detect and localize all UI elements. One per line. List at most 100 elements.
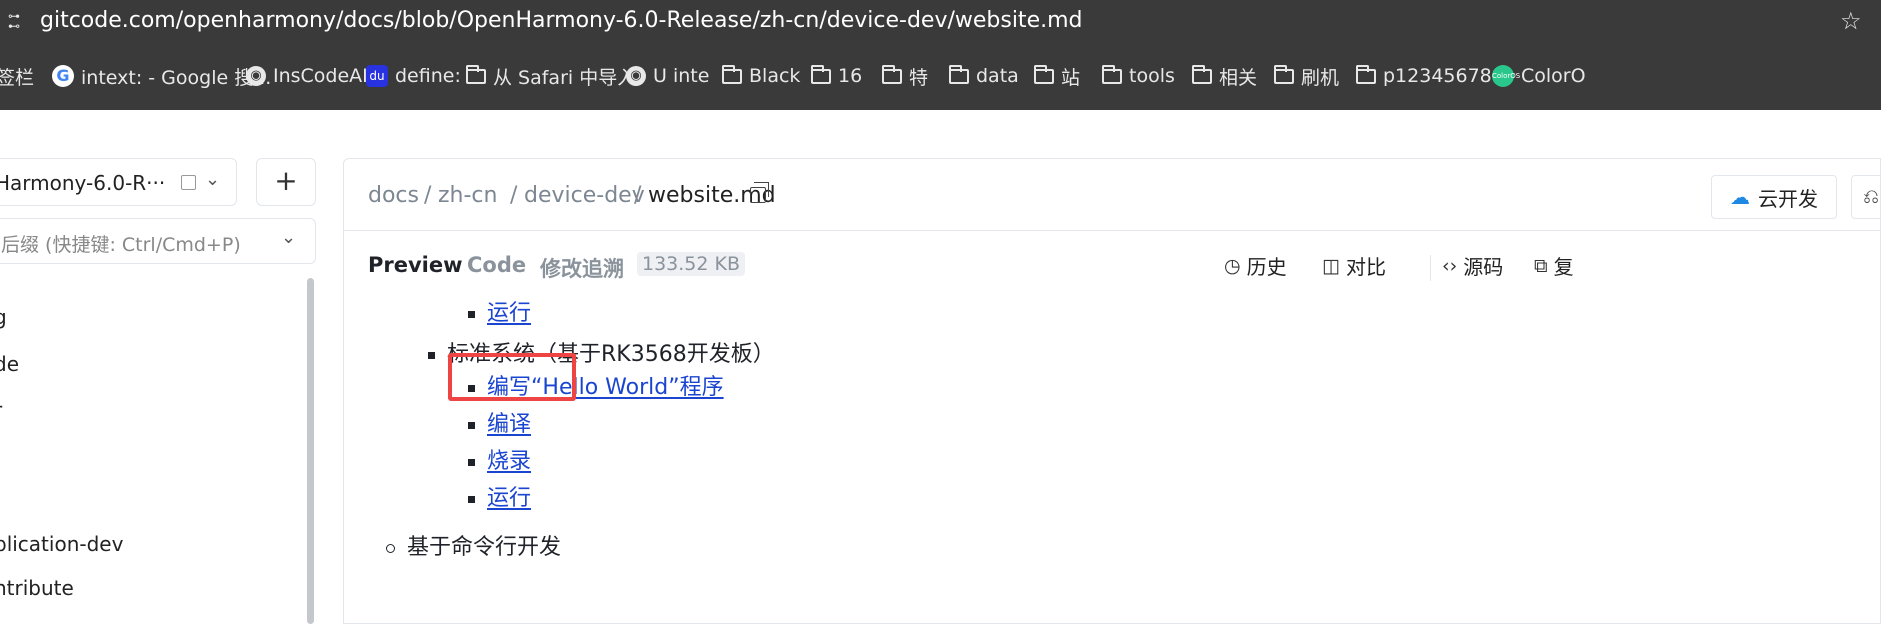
copy-label: 复 bbox=[1553, 255, 1574, 279]
add-button[interactable]: + bbox=[256, 158, 316, 206]
coloros-icon: ColorOS bbox=[1492, 65, 1520, 87]
copy-icon[interactable] bbox=[181, 175, 196, 190]
tab-blame[interactable]: 修改追溯 bbox=[540, 253, 624, 283]
bookmark-label: Black bbox=[749, 65, 801, 87]
bookmark-label: data bbox=[976, 65, 1019, 87]
bookmark-black[interactable]: Black bbox=[722, 63, 800, 89]
bookmark-label: tools bbox=[1129, 65, 1175, 87]
tree-item[interactable]: de bbox=[0, 352, 19, 376]
bookmark-label: 签栏 bbox=[0, 66, 35, 89]
bookmark-label: 16 bbox=[838, 65, 863, 87]
breadcrumb-device-dev[interactable]: device-dev bbox=[524, 183, 645, 208]
link-run[interactable]: 运行 bbox=[487, 295, 531, 327]
more-icon: ⎌ bbox=[1863, 184, 1879, 208]
bookmark-label: 相关 bbox=[1219, 66, 1258, 89]
breadcrumb-docs[interactable]: docs bbox=[368, 183, 419, 208]
bookmark-zhan[interactable]: 站 bbox=[1034, 63, 1080, 89]
copy-icon: ⧉ bbox=[1534, 254, 1548, 277]
list-bullet bbox=[468, 459, 475, 466]
folder-icon bbox=[466, 64, 486, 84]
split-view-icon: ◫ bbox=[1322, 254, 1340, 277]
bookmark-tools[interactable]: tools bbox=[1102, 63, 1175, 89]
tree-item[interactable]: g bbox=[0, 305, 7, 329]
bookmark-p123456789[interactable]: p123456789 bbox=[1356, 63, 1504, 89]
folder-icon bbox=[1034, 64, 1054, 84]
address-bar[interactable]: ⊶ ⊷ gitcode.com/openharmony/docs/blob/Ope… bbox=[0, 0, 1881, 44]
cloud-dev-button[interactable]: ☁ 云开发 bbox=[1711, 175, 1837, 219]
bookmark-safari-import[interactable]: 从 Safari 中导入 bbox=[466, 63, 636, 89]
tab-code[interactable]: Code bbox=[467, 253, 526, 277]
history-button[interactable]: ◷ 历史 bbox=[1224, 251, 1287, 280]
bookmark-xiangguan[interactable]: 相关 bbox=[1192, 63, 1257, 89]
view-tabs: Preview Code 修改追溯 133.52 KB ◷ 历史 ◫ 对比 ‹›… bbox=[344, 231, 1881, 295]
copy-icon[interactable] bbox=[750, 182, 769, 203]
bookmark-label: 从 Safari 中导入 bbox=[493, 66, 637, 89]
breadcrumb-separator: / bbox=[424, 183, 432, 208]
branch-select[interactable]: Harmony-6.0-R··· ⌄ bbox=[0, 158, 237, 206]
more-actions-button[interactable]: ⎌ bbox=[1851, 175, 1881, 219]
bookmark-star-icon[interactable]: ☆ bbox=[1840, 7, 1862, 35]
source-label: 源码 bbox=[1463, 255, 1504, 279]
bookmark-define[interactable]: du define: bbox=[366, 63, 461, 89]
compare-button[interactable]: ◫ 对比 bbox=[1322, 251, 1386, 280]
file-search-placeholder: 后缀 (快捷键: Ctrl/Cmd+P) bbox=[1, 234, 241, 256]
link-burn[interactable]: 烧录 bbox=[487, 443, 531, 475]
site-info-icon[interactable]: ⊶ ⊷ bbox=[8, 10, 22, 32]
branch-label: Harmony-6.0-R··· bbox=[0, 171, 166, 195]
breadcrumb-separator: / bbox=[634, 183, 642, 208]
highlight-annotation-box bbox=[448, 353, 576, 401]
chevron-down-icon[interactable]: ⌄ bbox=[281, 227, 296, 248]
bookmark-label: intext: - Google 搜... bbox=[81, 66, 272, 89]
bookmark-coloros[interactable]: ColorOS ColorO bbox=[1492, 63, 1586, 89]
bookmark-label: 刷机 bbox=[1301, 66, 1340, 89]
list-bullet bbox=[468, 496, 475, 503]
sidebar-scrollbar[interactable] bbox=[307, 278, 314, 624]
folder-icon bbox=[1356, 64, 1376, 84]
bookmarks-bar: 签栏 Gintext: - Google 搜... ◉ InsCodeAI du d… bbox=[0, 44, 1881, 110]
copy-button[interactable]: ⧉ 复 bbox=[1534, 251, 1574, 280]
bookmark-label: InsCodeAI bbox=[273, 65, 368, 87]
bookmark-inscodeai[interactable]: ◉ InsCodeAI bbox=[246, 63, 368, 89]
bookmark-data[interactable]: data bbox=[949, 63, 1019, 89]
link-compile[interactable]: 编译 bbox=[487, 406, 531, 438]
link-run[interactable]: 运行 bbox=[487, 480, 531, 512]
list-bullet bbox=[468, 422, 475, 429]
bookmark-shuaji[interactable]: 刷机 bbox=[1274, 63, 1339, 89]
bookmark-te[interactable]: 特 bbox=[882, 63, 928, 89]
bookmark-16[interactable]: 16 bbox=[811, 63, 862, 89]
folder-icon bbox=[722, 64, 742, 84]
bookmark-label: 特 bbox=[909, 66, 929, 89]
folder-icon bbox=[949, 64, 969, 84]
folder-icon bbox=[811, 64, 831, 84]
folder-icon bbox=[882, 64, 902, 84]
breadcrumb-zh-cn[interactable]: zh-cn bbox=[438, 183, 497, 208]
list-bullet-circle bbox=[386, 544, 395, 553]
breadcrumb-separator: / bbox=[510, 183, 518, 208]
url-text[interactable]: gitcode.com/openharmony/docs/blob/OpenHa… bbox=[40, 8, 1083, 33]
tab-preview[interactable]: Preview bbox=[368, 253, 463, 277]
bookmark-u-inte[interactable]: ◉ U inte bbox=[626, 63, 709, 89]
compare-label: 对比 bbox=[1345, 255, 1386, 279]
section-cli-development: 基于命令行开发 bbox=[407, 535, 562, 560]
folder-icon bbox=[1102, 64, 1122, 84]
markdown-preview: 运行 标准系统（基于RK3568开发板） 编写“Hello World”程序 编… bbox=[344, 295, 1881, 625]
globe-icon: ◉ bbox=[626, 66, 646, 86]
folder-icon bbox=[1274, 64, 1294, 84]
source-button[interactable]: ‹› 源码 bbox=[1442, 251, 1503, 280]
tree-item[interactable]: ntribute bbox=[0, 576, 74, 600]
list-bullet bbox=[468, 311, 475, 318]
path-bar: docs / zh-cn / device-dev / website.md ☁… bbox=[344, 159, 1881, 231]
folder-icon bbox=[1192, 64, 1212, 84]
tree-item[interactable]: plication-dev bbox=[0, 532, 123, 556]
bookmark-label: p123456789 bbox=[1383, 65, 1504, 87]
bookmark-google-intext[interactable]: Gintext: - Google 搜... bbox=[52, 63, 271, 89]
tree-item[interactable]: r bbox=[0, 398, 2, 422]
history-label: 历史 bbox=[1246, 255, 1287, 279]
bookmark-bookmarks-bar[interactable]: 签栏 bbox=[0, 63, 34, 89]
bookmark-label: define: bbox=[395, 65, 461, 87]
chevron-down-icon[interactable]: ⌄ bbox=[205, 169, 220, 190]
code-icon: ‹› bbox=[1442, 254, 1458, 277]
bookmark-label: U inte bbox=[653, 65, 710, 87]
file-search-input[interactable]: 后缀 (快捷键: Ctrl/Cmd+P) ⌄ bbox=[0, 218, 316, 264]
bookmark-label: 站 bbox=[1061, 66, 1081, 89]
